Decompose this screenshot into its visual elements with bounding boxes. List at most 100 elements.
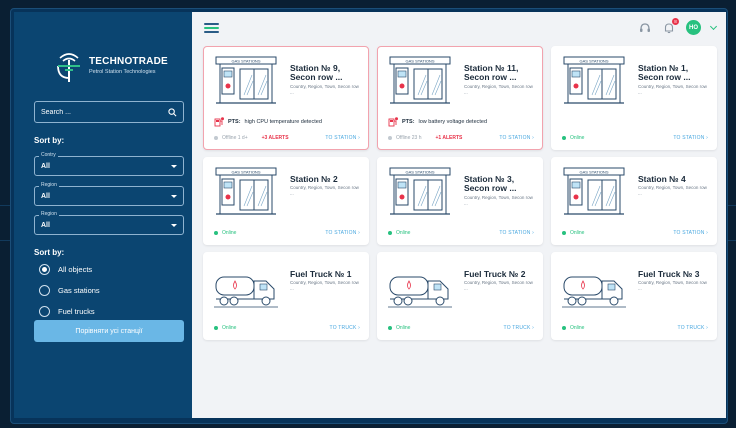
station-card[interactable]: GAS STATIONS Station № 3, Secon row ... …: [377, 157, 543, 245]
to-truck-link[interactable]: TO TRUCK ›: [678, 325, 708, 331]
link-label: TO TRUCK: [677, 325, 705, 331]
radio-label: All objects: [58, 265, 93, 274]
station-card[interactable]: GAS STATIONS Station № 1, Secon row ... …: [551, 46, 717, 150]
country-select[interactable]: Contry All: [34, 152, 184, 176]
alerts-badge[interactable]: +1 ALERTS: [435, 135, 462, 141]
status-text: Online: [570, 325, 585, 331]
to-station-link[interactable]: TO STATION ›: [499, 135, 534, 141]
card-footer: Offline 1 d+ +3 ALERTS TO STATION ›: [214, 135, 360, 141]
card-title: Station № 4: [638, 174, 686, 184]
card-title: Station № 11, Secon row ...: [464, 63, 519, 82]
support-icon[interactable]: [638, 21, 652, 35]
region-select[interactable]: Region All: [34, 182, 184, 206]
to-station-link[interactable]: TO STATION ›: [499, 230, 534, 236]
svg-text:GAS STATIONS: GAS STATIONS: [232, 170, 261, 175]
svg-text:GAS STATIONS: GAS STATIONS: [232, 59, 261, 64]
status-text: Online: [222, 325, 237, 331]
to-station-link[interactable]: TO STATION ›: [673, 230, 708, 236]
radio-button[interactable]: [39, 264, 50, 275]
sort-label: Sort by:: [34, 136, 65, 145]
station-card[interactable]: GAS STATIONS Station № 9, Secon row ... …: [203, 46, 369, 150]
card-footer: Online TO STATION ›: [562, 135, 708, 141]
link-label: TO STATION: [325, 135, 357, 141]
truck-card[interactable]: Fuel Truck № 3 Country, Region, Town, Se…: [551, 252, 717, 340]
truck-card[interactable]: Fuel Truck № 1 Country, Region, Town, Se…: [203, 252, 369, 340]
card-address: Country, Region, Town, Secon row ...: [638, 84, 707, 95]
gas-station-illustration: GAS STATIONS: [214, 55, 278, 107]
card-title: Station № 9, Secon row ...: [290, 63, 343, 82]
gas-station-illustration: GAS STATIONS: [562, 166, 626, 218]
card-title: Fuel Truck № 2: [464, 269, 526, 279]
status-dot-icon: [388, 326, 392, 330]
link-label: TO STATION: [499, 135, 531, 141]
link-label: TO TRUCK: [329, 325, 357, 331]
warning-text: high CPU temperature detected: [244, 119, 322, 125]
fuel-truck-illustration: [388, 261, 452, 313]
hamburger-menu-icon[interactable]: [204, 23, 219, 33]
card-footer: Online TO TRUCK ›: [388, 325, 534, 331]
truck-card[interactable]: Fuel Truck № 2 Country, Region, Town, Se…: [377, 252, 543, 340]
card-title: Station № 1, Secon row ...: [638, 63, 691, 82]
fuel-truck-illustration: [214, 261, 278, 313]
card-footer: Online TO STATION ›: [388, 230, 534, 236]
pump-warning-icon: [214, 117, 224, 127]
card-address: Country, Region, Town, Secon row ...: [638, 185, 707, 196]
gas-station-illustration: GAS STATIONS: [214, 166, 278, 218]
status-text: Online: [396, 325, 411, 331]
card-footer: Online TO TRUCK ›: [562, 325, 708, 331]
station-card[interactable]: GAS STATIONS Station № 11, Secon row ...…: [377, 46, 543, 150]
radio-button[interactable]: [39, 285, 50, 296]
radio-all-objects[interactable]: All objects: [39, 264, 92, 275]
type-sort-label: Sort by:: [34, 248, 65, 257]
radio-button[interactable]: [39, 306, 50, 317]
notifications-button[interactable]: 8: [662, 17, 679, 35]
radio-label: Gas stations: [58, 286, 100, 295]
card-address: Country, Region, Town, Secon row ...: [464, 280, 533, 291]
to-truck-link[interactable]: TO TRUCK ›: [504, 325, 534, 331]
radio-fuel-trucks[interactable]: Fuel trucks: [39, 306, 95, 317]
user-avatar[interactable]: HO: [686, 20, 701, 35]
warning-label: PTS:: [402, 119, 415, 125]
sidebar: TECHNOTRADE Petrol Station Technologies …: [14, 12, 192, 418]
to-station-link[interactable]: TO STATION ›: [325, 135, 360, 141]
to-station-link[interactable]: TO STATION ›: [673, 135, 708, 141]
to-truck-link[interactable]: TO TRUCK ›: [330, 325, 360, 331]
card-footer: Online TO STATION ›: [562, 230, 708, 236]
status-text: Offline 23 h: [396, 135, 422, 141]
to-station-link[interactable]: TO STATION ›: [325, 230, 360, 236]
warning-text: low battery voltage detected: [418, 119, 488, 125]
link-label: TO STATION: [325, 230, 357, 236]
search-box[interactable]: [34, 101, 184, 123]
brand-logo[interactable]: TECHNOTRADE Petrol Station Technologies: [14, 44, 192, 86]
svg-text:GAS STATIONS: GAS STATIONS: [406, 59, 435, 64]
card-title: Fuel Truck № 1: [290, 269, 352, 279]
search-icon[interactable]: [168, 107, 177, 117]
gas-station-illustration: GAS STATIONS: [388, 55, 452, 107]
compare-all-button[interactable]: Порівняти усі станції: [34, 320, 184, 342]
search-input[interactable]: [41, 108, 168, 116]
status-dot-icon: [214, 231, 218, 235]
alerts-badge[interactable]: +3 ALERTS: [262, 135, 289, 141]
logo-icon: [57, 53, 80, 82]
chevron-down-icon[interactable]: [709, 22, 718, 30]
svg-text:GAS STATIONS: GAS STATIONS: [580, 170, 609, 175]
card-address: Country, Region, Town, Secon row ...: [638, 280, 707, 291]
warning-message: PTS: high CPU temperature detected: [214, 117, 322, 127]
region-select-2[interactable]: Region All: [34, 211, 184, 235]
station-card[interactable]: GAS STATIONS Station № 2 Country, Region…: [203, 157, 369, 245]
station-card[interactable]: GAS STATIONS Station № 4 Country, Region…: [551, 157, 717, 245]
status-dot-icon: [562, 136, 566, 140]
status-text: Online: [396, 230, 411, 236]
radio-label: Fuel trucks: [58, 307, 95, 316]
card-address: Country, Region, Town, Secon row ...: [290, 84, 359, 95]
card-footer: Online TO TRUCK ›: [214, 325, 360, 331]
select-value: All: [41, 221, 50, 229]
link-label: TO TRUCK: [503, 325, 531, 331]
status-text: Offline 1 d+: [222, 135, 248, 141]
status-dot-icon: [214, 326, 218, 330]
card-address: Country, Region, Town, Secon row ...: [290, 280, 359, 291]
radio-gas-stations[interactable]: Gas stations: [39, 285, 100, 296]
status-dot-icon: [214, 136, 218, 140]
select-legend: Contry: [39, 152, 58, 158]
pump-warning-icon: [388, 117, 398, 127]
